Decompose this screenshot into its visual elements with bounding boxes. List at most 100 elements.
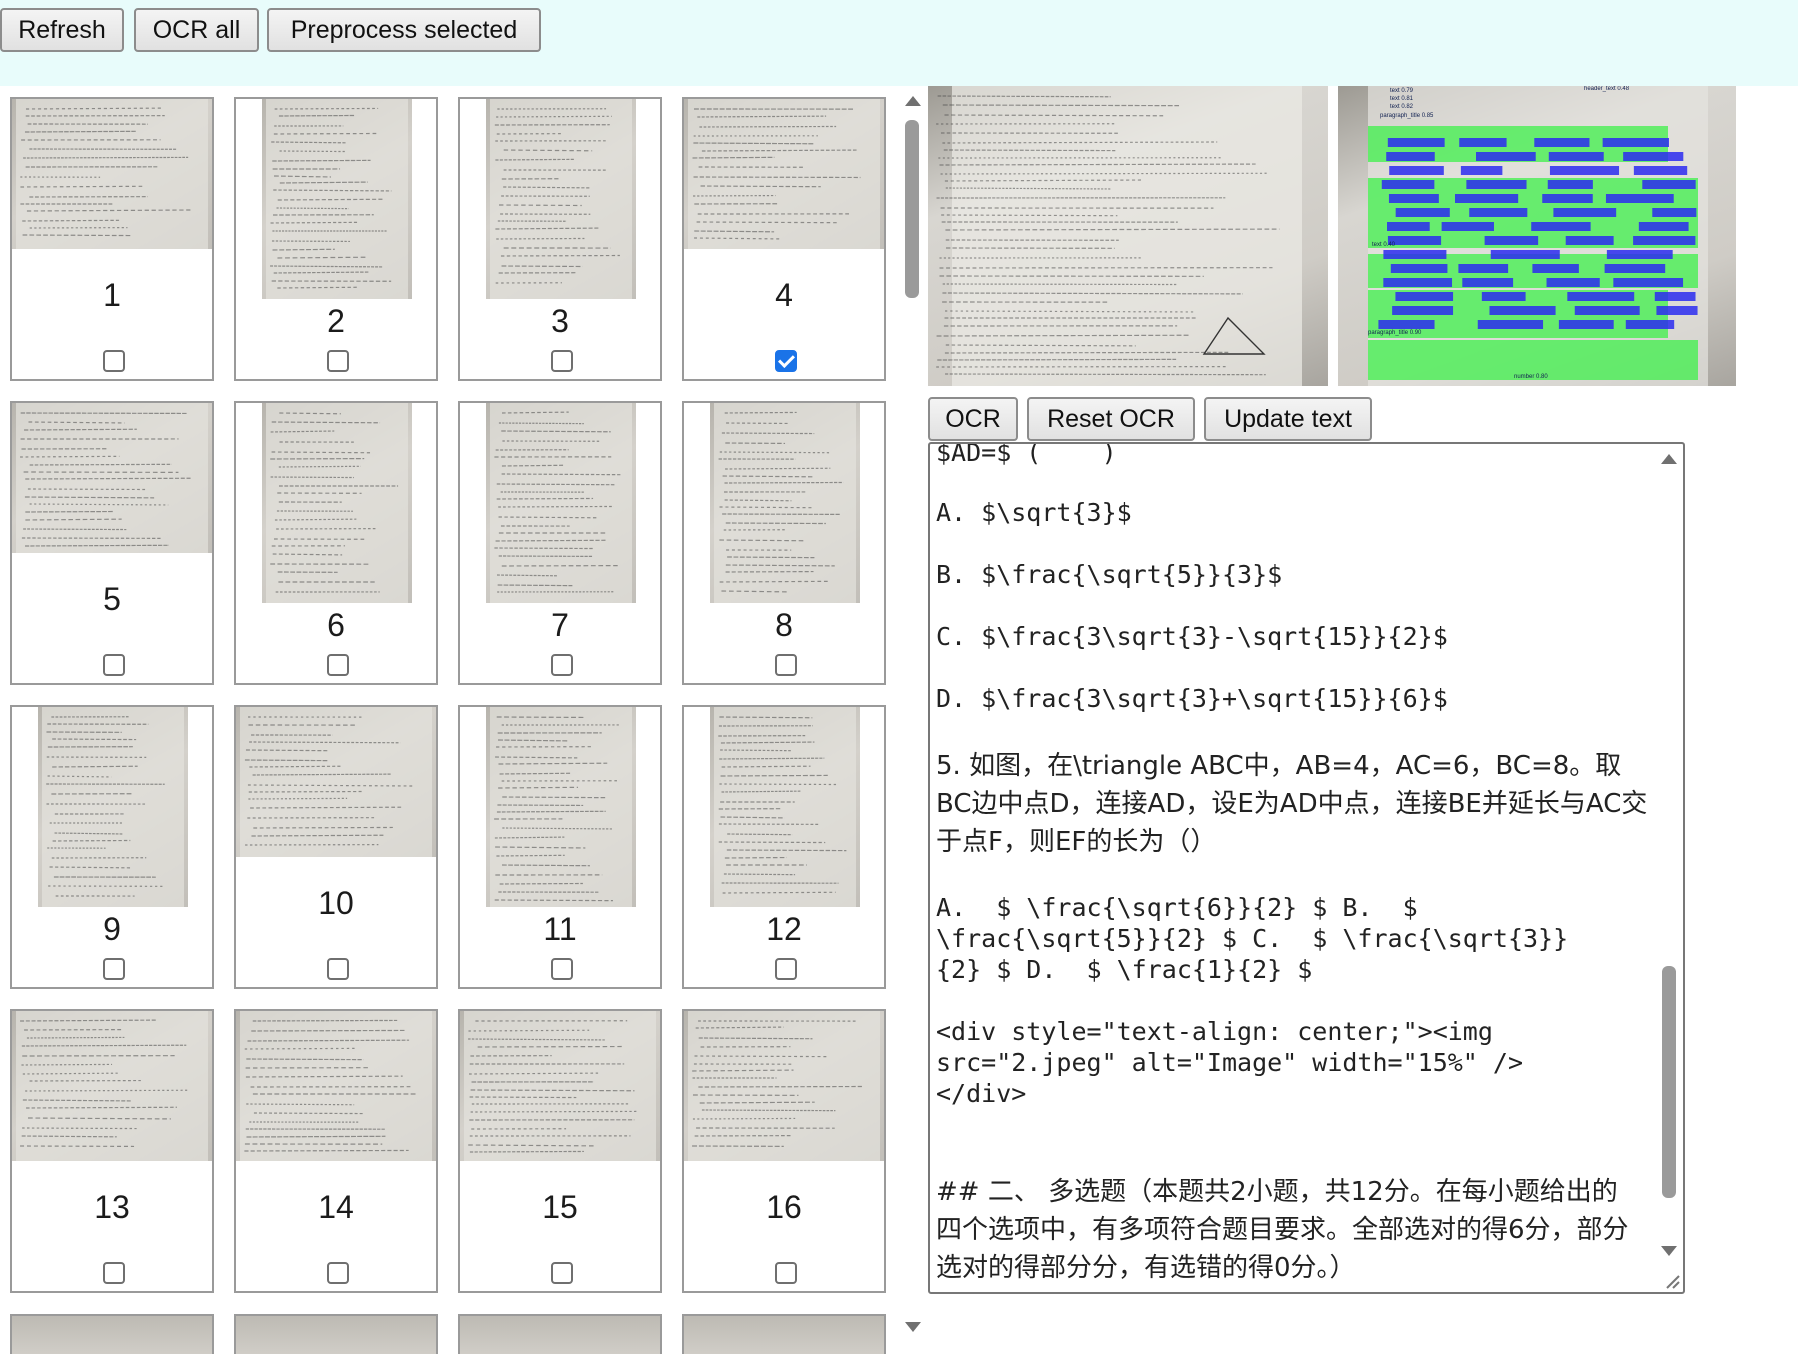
thumbnail-select-checkbox[interactable] xyxy=(103,958,125,980)
thumbnail-grid: 12345678910111213141516 xyxy=(0,86,900,1333)
layout-label: text 0.40 xyxy=(1372,242,1396,248)
scrollbar-thumb[interactable] xyxy=(905,120,919,298)
thumbnail-select-checkbox[interactable] xyxy=(103,654,125,676)
layout-label: text 0.79 xyxy=(1390,88,1414,94)
thumbnail-card[interactable]: 3 xyxy=(458,97,662,381)
thumbnail-card[interactable]: 11 xyxy=(458,705,662,989)
reset-ocr-button[interactable]: Reset OCR xyxy=(1027,397,1195,441)
thumbnail-number: 9 xyxy=(12,913,212,945)
thumbnail-card[interactable]: 8 xyxy=(682,401,886,685)
page-photo-thumbnail[interactable] xyxy=(486,403,636,603)
thumbnail-select-checkbox[interactable] xyxy=(551,958,573,980)
thumbnail-number: 8 xyxy=(684,609,884,641)
thumbnail-number: 3 xyxy=(460,305,660,337)
thumbnail-card[interactable]: 4 xyxy=(682,97,886,381)
page-photo-thumbnail[interactable] xyxy=(12,403,212,553)
thumbnail-card[interactable]: 12 xyxy=(682,705,886,989)
layout-label: text 0.82 xyxy=(1390,104,1414,110)
page-photo-thumbnail[interactable] xyxy=(38,707,188,907)
editor-scroll-up-arrow-icon[interactable] xyxy=(1661,454,1677,464)
page-photo-thumbnail[interactable] xyxy=(486,707,636,907)
editor-line: 于点F，则EF的长为（） xyxy=(936,827,1216,857)
refresh-button[interactable]: Refresh xyxy=(0,8,124,52)
page-photo-thumbnail[interactable] xyxy=(684,1011,884,1161)
thumbnail-select-checkbox[interactable] xyxy=(775,654,797,676)
thumbnail-card[interactable]: 10 xyxy=(234,705,438,989)
page-photo-thumbnail[interactable] xyxy=(262,403,412,603)
thumbnail-card-partial[interactable] xyxy=(682,1314,886,1354)
layout-label: paragraph_title 0.85 xyxy=(1380,113,1434,119)
editor-line: ## 二、 多选题（本题共2小题，共12分。在每小题给出的 xyxy=(936,1177,1618,1207)
page-photo-thumbnail[interactable] xyxy=(262,99,412,299)
thumbnail-select-checkbox[interactable] xyxy=(327,350,349,372)
thumbnail-grid-scrollbar[interactable] xyxy=(903,92,923,1332)
thumbnail-card-partial[interactable] xyxy=(234,1314,438,1354)
thumbnail-card[interactable]: 6 xyxy=(234,401,438,685)
page-photo-thumbnail[interactable] xyxy=(486,99,636,299)
editor-scrollbar[interactable] xyxy=(1658,448,1680,1278)
thumbnail-select-checkbox[interactable] xyxy=(327,1262,349,1284)
scroll-down-arrow-icon[interactable] xyxy=(905,1322,921,1332)
editor-line: BC边中点D，连接AD，设E为AD中点，连接BE并延长与AC交 xyxy=(936,789,1647,819)
page-photo-thumbnail[interactable] xyxy=(684,99,884,249)
thumbnail-number: 10 xyxy=(236,887,436,919)
page-photo-thumbnail[interactable] xyxy=(12,99,212,249)
preprocess-selected-button[interactable]: Preprocess selected xyxy=(267,8,541,52)
ocr-button[interactable]: OCR xyxy=(928,397,1018,441)
editor-scroll-down-arrow-icon[interactable] xyxy=(1661,1246,1677,1256)
thumbnail-card[interactable]: 15 xyxy=(458,1009,662,1293)
thumbnail-number: 14 xyxy=(236,1191,436,1223)
page-photo-thumbnail[interactable] xyxy=(710,403,860,603)
resize-grip-icon[interactable] xyxy=(1661,1270,1681,1290)
page-photo-thumbnail[interactable] xyxy=(710,707,860,907)
thumbnail-number: 5 xyxy=(12,583,212,615)
thumbnail-number: 16 xyxy=(684,1191,884,1223)
ocr-all-button[interactable]: OCR all xyxy=(134,8,259,52)
thumbnail-card[interactable]: 2 xyxy=(234,97,438,381)
layout-label: text 0.81 xyxy=(1390,96,1414,102)
top-toolbar: Refresh OCR all Preprocess selected xyxy=(0,0,1798,86)
editor-line: src="2.jpeg" alt="Image" width="15%" /> xyxy=(936,1048,1523,1078)
page-photo-thumbnail[interactable] xyxy=(12,1011,212,1161)
thumbnail-select-checkbox[interactable] xyxy=(103,350,125,372)
thumbnail-card-partial[interactable] xyxy=(10,1314,214,1354)
thumbnail-select-checkbox[interactable] xyxy=(775,1262,797,1284)
thumbnail-select-checkbox[interactable] xyxy=(103,1262,125,1284)
thumbnail-number: 7 xyxy=(460,609,660,641)
scroll-up-arrow-icon[interactable] xyxy=(905,96,921,106)
editor-scrollbar-thumb[interactable] xyxy=(1662,966,1676,1198)
page-photo-thumbnail[interactable] xyxy=(236,707,436,857)
editor-line: B. $\frac{\sqrt{5}}{3}$ xyxy=(936,560,1282,590)
thumbnail-select-checkbox[interactable] xyxy=(327,654,349,676)
thumbnail-card[interactable]: 14 xyxy=(234,1009,438,1293)
thumbnail-card[interactable]: 16 xyxy=(682,1009,886,1293)
thumbnail-number: 4 xyxy=(684,279,884,311)
thumbnail-select-checkbox[interactable] xyxy=(775,958,797,980)
thumbnail-number: 2 xyxy=(236,305,436,337)
thumbnail-select-checkbox[interactable] xyxy=(775,350,797,372)
thumbnail-number: 1 xyxy=(12,279,212,311)
thumbnail-select-checkbox[interactable] xyxy=(551,654,573,676)
thumbnail-card[interactable]: 1 xyxy=(10,97,214,381)
thumbnail-card-partial[interactable] xyxy=(458,1314,662,1354)
editor-line: 选对的得部分分，有选错的得0分。） xyxy=(936,1253,1356,1283)
page-photo-thumbnail[interactable] xyxy=(460,1011,660,1161)
thumbnail-card[interactable]: 7 xyxy=(458,401,662,685)
editor-line: $AD=$ ( ) xyxy=(936,442,1117,468)
layout-label: header_text 0.48 xyxy=(1584,86,1630,92)
thumbnail-select-checkbox[interactable] xyxy=(327,958,349,980)
thumbnail-card[interactable]: 5 xyxy=(10,401,214,685)
editor-line: C. $\frac{3\sqrt{3}-\sqrt{15}}{2}$ xyxy=(936,622,1448,652)
ocr-text-editor[interactable]: $AD=$ ( ) A. $\sqrt{3}$ B. $\frac{\sqrt{… xyxy=(928,442,1685,1294)
page-photo-thumbnail[interactable] xyxy=(236,1011,436,1161)
thumbnail-select-checkbox[interactable] xyxy=(551,350,573,372)
thumbnail-card[interactable]: 9 xyxy=(10,705,214,989)
thumbnail-card[interactable]: 13 xyxy=(10,1009,214,1293)
editor-line: {2} $ D. $ \frac{1}{2} $ xyxy=(936,955,1312,985)
thumbnail-number: 15 xyxy=(460,1191,660,1223)
thumbnail-select-checkbox[interactable] xyxy=(551,1262,573,1284)
thumbnail-number: 12 xyxy=(684,913,884,945)
editor-line: 5. 如图，在\triangle ABC中，AB=4，AC=6，BC=8。取 xyxy=(936,751,1621,781)
update-text-button[interactable]: Update text xyxy=(1204,397,1372,441)
thumbnail-number: 13 xyxy=(12,1191,212,1223)
